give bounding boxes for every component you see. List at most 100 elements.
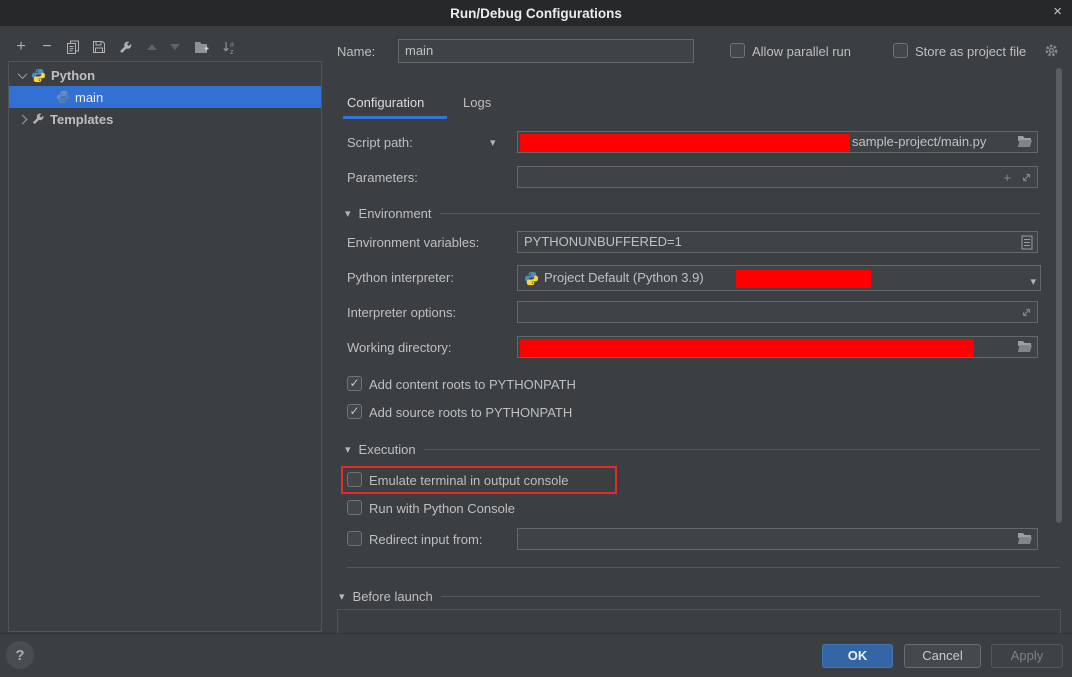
help-button[interactable]: ?	[6, 641, 34, 669]
python-interpreter-label: Python interpreter:	[347, 270, 454, 285]
working-directory-label: Working directory:	[347, 340, 452, 355]
before-launch-list[interactable]	[337, 609, 1061, 633]
tree-item-label: Python	[51, 68, 95, 83]
close-icon[interactable]: ×	[1053, 3, 1062, 20]
chevron-right-icon[interactable]	[18, 114, 28, 124]
emulate-terminal-checkbox[interactable]	[347, 472, 362, 487]
allow-parallel-run-checkbox[interactable]	[730, 43, 745, 58]
parameters-label: Parameters:	[347, 170, 418, 185]
list-editor-icon[interactable]	[1021, 235, 1033, 250]
dialog-title: Run/Debug Configurations	[450, 6, 622, 21]
check-icon: ✓	[349, 376, 359, 390]
add-macro-icon[interactable]: +	[1003, 168, 1011, 188]
script-path-label: Script path:	[347, 135, 413, 150]
save-configuration-icon[interactable]	[88, 37, 110, 57]
redacted-region	[736, 270, 871, 288]
add-configuration-button[interactable]: +	[10, 37, 32, 57]
execution-section-header[interactable]: ▾ Execution	[345, 442, 1040, 457]
add-source-roots-checkbox[interactable]: ✓	[347, 404, 362, 419]
run-with-python-console-checkbox[interactable]	[347, 500, 362, 515]
cancel-button[interactable]: Cancel	[904, 644, 981, 668]
allow-parallel-run-label: Allow parallel run	[752, 44, 851, 59]
collapse-triangle-icon[interactable]: ▾	[345, 207, 351, 220]
folder-icon[interactable]	[1017, 532, 1033, 545]
check-icon: ✓	[349, 404, 359, 418]
store-as-project-file-checkbox[interactable]	[893, 43, 908, 58]
add-content-roots-label: Add content roots to PYTHONPATH	[369, 377, 576, 392]
copy-configuration-icon[interactable]	[62, 37, 84, 57]
name-label: Name:	[337, 44, 375, 59]
scrollbar[interactable]	[1055, 62, 1063, 562]
add-content-roots-checkbox[interactable]: ✓	[347, 376, 362, 391]
tree-item-label: Templates	[50, 112, 113, 127]
before-launch-section-header[interactable]: ▾ Before launch	[339, 589, 1040, 604]
run-debug-configurations-dialog: Run/Debug Configurations × + − az Python…	[0, 0, 1072, 677]
section-title: Execution	[359, 442, 416, 457]
python-icon	[31, 68, 46, 83]
title-bar: Run/Debug Configurations ×	[0, 0, 1072, 26]
ok-button[interactable]: OK	[822, 644, 893, 668]
tree-item-python-group[interactable]: Python	[9, 64, 321, 86]
move-up-icon	[141, 37, 163, 57]
redacted-region	[520, 134, 850, 152]
tab-configuration[interactable]: Configuration	[347, 95, 424, 110]
sort-configurations-icon[interactable]: az	[218, 37, 240, 57]
wrench-icon	[31, 112, 45, 126]
svg-text:z: z	[230, 49, 234, 55]
svg-text:a: a	[230, 42, 234, 49]
collapse-triangle-icon[interactable]: ▾	[345, 443, 351, 456]
name-value: main	[405, 43, 433, 58]
parameters-input[interactable]: +	[517, 166, 1038, 188]
new-folder-icon[interactable]	[191, 37, 213, 57]
chevron-down-icon[interactable]: ▾	[1030, 270, 1036, 294]
store-as-project-file-label: Store as project file	[915, 44, 1026, 59]
chevron-down-icon[interactable]	[18, 69, 28, 79]
scrollbar-thumb[interactable]	[1056, 68, 1062, 523]
tree-item-templates-group[interactable]: Templates	[9, 108, 321, 130]
apply-button[interactable]: Apply	[991, 644, 1063, 668]
environment-variables-value: PYTHONUNBUFFERED=1	[524, 234, 682, 249]
name-input[interactable]: main	[398, 39, 694, 63]
tree-item-label: main	[75, 90, 103, 105]
redacted-region	[520, 339, 974, 357]
python-interpreter-value: Project Default (Python 3.9)	[544, 266, 704, 290]
script-path-input[interactable]: sample-project/main.py	[517, 131, 1038, 153]
emulate-terminal-label: Emulate terminal in output console	[369, 473, 568, 488]
folder-icon[interactable]	[1017, 340, 1033, 353]
environment-section-header[interactable]: ▾ Environment	[345, 206, 1040, 221]
folder-icon[interactable]	[1017, 135, 1033, 148]
section-title: Environment	[359, 206, 432, 221]
gear-icon[interactable]	[1044, 43, 1059, 58]
environment-variables-input[interactable]: PYTHONUNBUFFERED=1	[517, 231, 1038, 253]
tab-logs[interactable]: Logs	[463, 95, 491, 110]
python-icon	[56, 90, 70, 104]
edit-templates-wrench-icon[interactable]	[114, 37, 136, 57]
section-divider	[440, 213, 1040, 214]
expand-field-icon[interactable]	[1020, 171, 1033, 184]
configurations-tree: Python main Templates	[8, 61, 322, 632]
environment-variables-label: Environment variables:	[347, 235, 479, 250]
python-icon	[524, 271, 539, 286]
redirect-input-field[interactable]	[517, 528, 1038, 550]
active-tab-underline	[343, 116, 447, 119]
section-divider	[441, 596, 1040, 597]
footer-divider	[0, 633, 1072, 634]
content-divider	[347, 567, 1060, 568]
section-title: Before launch	[353, 589, 433, 604]
collapse-triangle-icon[interactable]: ▾	[339, 590, 345, 603]
run-with-python-console-label: Run with Python Console	[369, 501, 515, 516]
interpreter-options-input[interactable]	[517, 301, 1038, 323]
redirect-input-checkbox[interactable]	[347, 531, 362, 546]
chevron-down-icon[interactable]: ▾	[490, 136, 496, 149]
tree-item-main-selected[interactable]: main	[9, 86, 321, 108]
move-down-icon	[164, 37, 186, 57]
add-source-roots-label: Add source roots to PYTHONPATH	[369, 405, 572, 420]
working-directory-input[interactable]	[517, 336, 1038, 358]
expand-field-icon[interactable]	[1020, 306, 1033, 319]
remove-configuration-button[interactable]: −	[36, 37, 58, 57]
interpreter-options-label: Interpreter options:	[347, 305, 456, 320]
script-path-value: sample-project/main.py	[852, 132, 986, 152]
redirect-input-label: Redirect input from:	[369, 532, 482, 547]
python-interpreter-select[interactable]: Project Default (Python 3.9) ▾	[517, 265, 1041, 291]
section-divider	[424, 449, 1040, 450]
